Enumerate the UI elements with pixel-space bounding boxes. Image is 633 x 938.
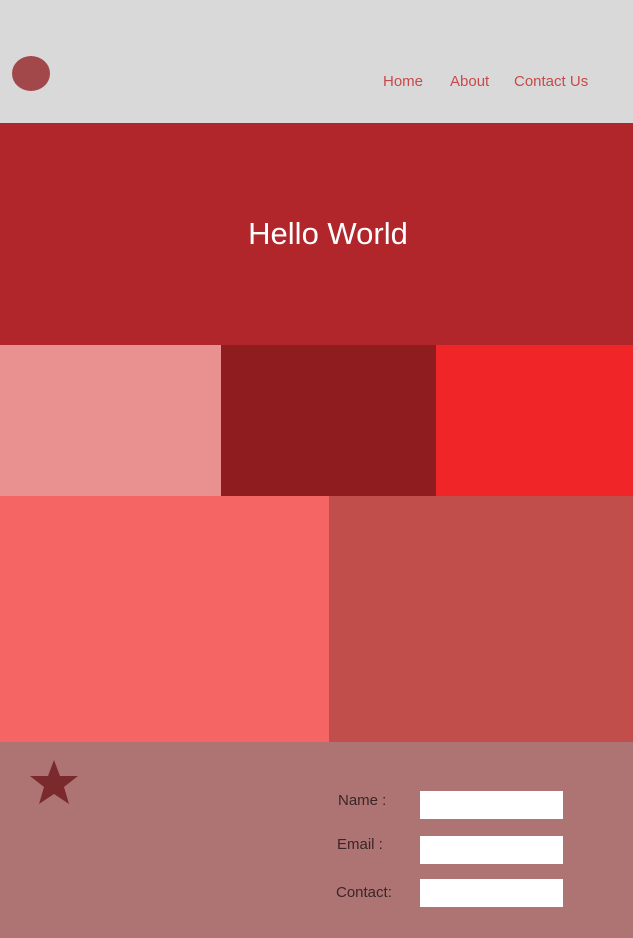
nav-link-about[interactable]: About (450, 73, 489, 90)
nav-link-contact-us[interactable]: Contact Us (514, 73, 588, 90)
name-label: Name : (338, 792, 387, 809)
tile-dark-red (221, 345, 436, 496)
hero-title: Hello World (248, 216, 408, 251)
header: Home About Contact Us (0, 0, 633, 123)
contact-label: Contact: (336, 884, 392, 901)
email-label: Email : (337, 836, 383, 853)
star-icon (30, 760, 78, 804)
name-input[interactable] (420, 791, 563, 819)
hero-banner: Hello World (0, 123, 633, 345)
email-input[interactable] (420, 836, 563, 864)
nav-link-home[interactable]: Home (383, 73, 423, 90)
logo[interactable] (12, 56, 50, 91)
tile-light-pink (0, 345, 221, 496)
tile-muted-red (329, 496, 633, 742)
tile-bright-red (436, 345, 633, 496)
tile-coral (0, 496, 329, 742)
footer: Name : Email : Contact: (0, 742, 633, 938)
contact-input[interactable] (420, 879, 563, 907)
